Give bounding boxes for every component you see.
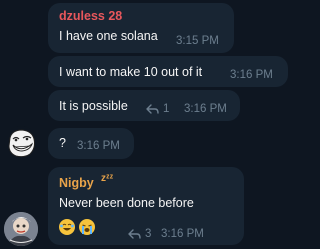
message-time: 3:16 PM — [161, 228, 204, 240]
rofl-emoji-icon[interactable] — [59, 219, 75, 235]
replies-link[interactable]: 3 — [128, 228, 151, 240]
reply-arrow-icon — [146, 104, 159, 114]
message-bubble[interactable]: I want to make 10 out of it 3:16 PM — [48, 56, 288, 87]
reply-count: 1 — [163, 103, 170, 115]
user-photo-avatar-icon[interactable] — [4, 212, 38, 246]
reply-arrow-icon — [128, 229, 141, 239]
message-text: Never been done before — [59, 196, 194, 210]
message-time: 3:16 PM — [230, 69, 273, 81]
chat-history: dzuless 28 I have one solana 3:15 PM I w… — [0, 0, 293, 249]
crying-emoji-icon[interactable] — [79, 219, 95, 235]
troll-face-avatar-icon[interactable] — [4, 126, 38, 160]
sender-name[interactable]: dzuless 28 — [59, 9, 122, 23]
message-bubble[interactable]: It is possible 1 3:16 PM — [48, 90, 240, 121]
message-bubble[interactable]: Nigby zᶻᶻ Never been done before 3 3:16 … — [48, 167, 244, 245]
message-text: It is possible — [59, 99, 128, 113]
replies-link[interactable]: 1 — [146, 103, 169, 115]
message-text: I have one solana — [59, 29, 158, 43]
reply-count: 3 — [145, 228, 152, 240]
message-time: 3:15 PM — [176, 35, 219, 47]
message-bubble[interactable]: dzuless 28 I have one solana 3:15 PM — [48, 3, 234, 53]
sender-name[interactable]: Nigby — [59, 176, 94, 190]
message-text: I want to make 10 out of it — [59, 65, 203, 79]
sender-sleep-status: zᶻᶻ — [101, 173, 114, 184]
message-time: 3:16 PM — [184, 103, 227, 115]
message-bubble[interactable]: ? 3:16 PM — [48, 128, 134, 159]
message-time: 3:16 PM — [77, 140, 120, 152]
message-text: ? — [59, 136, 66, 150]
